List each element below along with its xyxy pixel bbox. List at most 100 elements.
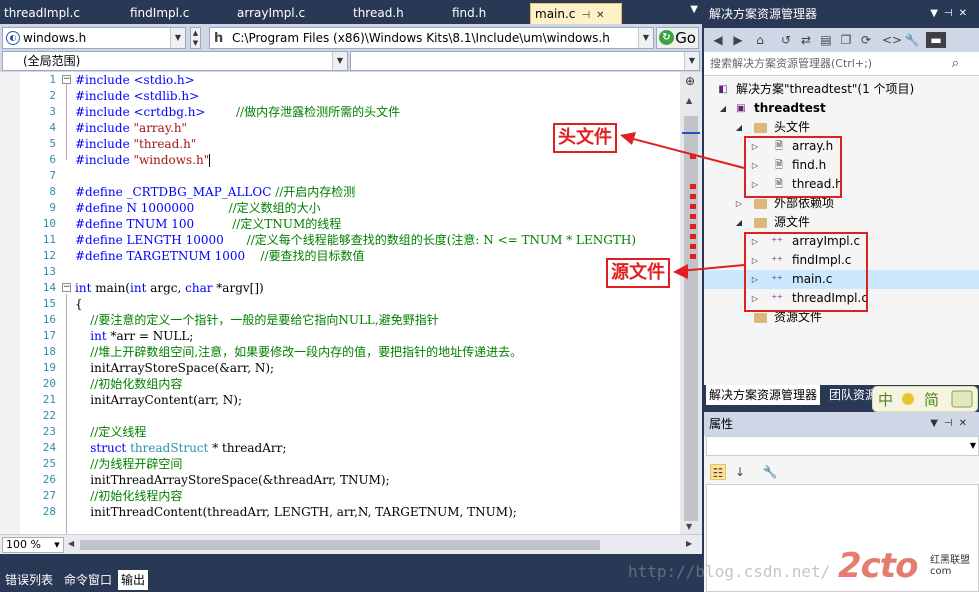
- tab-main-c[interactable]: main.c ⊣ ✕: [530, 3, 622, 24]
- properties-object-combo[interactable]: ▼: [706, 436, 979, 456]
- tab-find-h[interactable]: find.h: [448, 3, 486, 24]
- search-icon[interactable]: ⌕: [952, 52, 959, 76]
- chevron-down-icon: ▼: [684, 52, 699, 70]
- vertical-scrollbar[interactable]: ⊕ ▲ ▼: [680, 72, 702, 534]
- pin-icon[interactable]: ⊣: [581, 6, 590, 26]
- back-icon[interactable]: ◀: [710, 32, 726, 48]
- code-comment: //初始化线程内容: [75, 489, 183, 503]
- code-token: #define N 1000000: [75, 201, 229, 215]
- code-comment: //做内存泄露检测所需的头文件: [205, 105, 401, 119]
- code-string: "windows.h": [133, 153, 210, 167]
- expanded-arrow-icon[interactable]: ◢: [718, 99, 728, 118]
- collapse-icon[interactable]: −: [62, 75, 71, 84]
- line-number: 7: [49, 169, 56, 182]
- expanded-arrow-icon[interactable]: ◢: [734, 213, 744, 232]
- error-marker[interactable]: [690, 244, 696, 249]
- code-line-9: #define N 1000000 //定义数组的大小: [62, 200, 678, 216]
- folder-icon: [754, 199, 767, 209]
- preview-toggle-icon[interactable]: ▬: [926, 32, 946, 48]
- refresh-icon[interactable]: ⟳: [858, 32, 874, 48]
- forward-icon[interactable]: ▶: [730, 32, 746, 48]
- tab-label: arrayImpl.c: [237, 6, 306, 20]
- tab-thread-h[interactable]: thread.h: [349, 3, 404, 24]
- header-file-icon: h: [214, 31, 224, 46]
- member-combo[interactable]: ▼: [350, 51, 700, 71]
- code-line-1: − #include <stdio.h>: [62, 72, 678, 88]
- history-icon[interactable]: ↺: [778, 32, 794, 48]
- tree-item-label: threadtest: [754, 101, 826, 115]
- zoom-combo[interactable]: 100 % ▼: [2, 537, 64, 553]
- scroll-left-arrow-icon[interactable]: ◀: [68, 539, 74, 548]
- tab-arrayimpl-c[interactable]: arrayImpl.c: [233, 3, 305, 24]
- tab-label: thread.h: [353, 6, 404, 20]
- tab-error-list[interactable]: 错误列表: [5, 570, 53, 590]
- path-combo[interactable]: h C:\Program Files (x86)\Windows Kits\8.…: [209, 27, 654, 49]
- editor-tab-bar: threadImpl.c findImpl.c arrayImpl.c thre…: [0, 0, 702, 24]
- code-token: #define TNUM 100: [75, 217, 233, 231]
- categorized-icon[interactable]: ☷: [710, 464, 726, 480]
- code-token: initArrayStoreSpace(&arr, N);: [75, 361, 275, 375]
- text-caret: [209, 154, 211, 167]
- properties-wrench-icon[interactable]: 🔧: [904, 32, 920, 48]
- caret-position-marker: [682, 132, 700, 134]
- error-marker[interactable]: [690, 224, 696, 229]
- solution-icon: ◧: [718, 84, 728, 95]
- error-marker[interactable]: [690, 184, 696, 189]
- code-comment: //定义每个线程能够查找的数组的长度(注意: N <= TNUM * LENGT…: [246, 233, 637, 247]
- home-icon[interactable]: ⌂: [752, 32, 768, 48]
- tab-output[interactable]: 输出: [118, 570, 149, 590]
- split-window-icon[interactable]: ⊕: [685, 74, 695, 88]
- collapse-all-icon[interactable]: ▤: [818, 32, 834, 48]
- close-icon[interactable]: ✕: [596, 6, 604, 26]
- callout-label: 头文件: [558, 127, 612, 148]
- project-icon: ◐: [6, 31, 20, 45]
- code-token: #define _CRTDBG_MAP_ALLOC: [75, 185, 276, 199]
- code-token: *arr = NULL;: [106, 329, 194, 343]
- horizontal-scrollbar-thumb[interactable]: [80, 540, 600, 550]
- expanded-arrow-icon[interactable]: ◢: [734, 118, 744, 137]
- scroll-down-arrow-icon[interactable]: ▼: [686, 522, 692, 531]
- tree-item-project[interactable]: ◢ ▣ threadtest: [704, 99, 979, 118]
- scrollbar-thumb[interactable]: [684, 116, 698, 521]
- error-marker[interactable]: [690, 194, 696, 199]
- combo-spinner[interactable]: ▲ ▼: [190, 27, 201, 49]
- tab-threadimpl-c[interactable]: threadImpl.c: [0, 3, 80, 24]
- line-number: 18: [42, 345, 56, 358]
- tree-item-solution[interactable]: ◧ 解决方案"threadtest"(1 个项目): [704, 80, 979, 99]
- project-icon: ▣: [736, 103, 746, 114]
- error-marker[interactable]: [690, 254, 696, 259]
- chevron-down-icon: ▼: [638, 28, 653, 48]
- collapsed-arrow-icon[interactable]: ▷: [734, 194, 744, 213]
- go-button[interactable]: ↻ Go: [656, 27, 699, 49]
- scroll-right-arrow-icon[interactable]: ▶: [686, 539, 692, 548]
- tab-label: find.h: [452, 6, 487, 20]
- tab-findimpl-c[interactable]: findImpl.c: [126, 3, 189, 24]
- tab-overflow-icon[interactable]: ▼: [690, 4, 698, 15]
- tree-item-header-folder[interactable]: ◢ 头文件: [704, 118, 979, 137]
- line-number: 14: [42, 281, 56, 294]
- sync-icon[interactable]: ⇄: [798, 32, 814, 48]
- panel-window-buttons[interactable]: ▼⊣✕: [930, 412, 973, 436]
- line-number: 3: [49, 105, 56, 118]
- collapse-icon[interactable]: −: [62, 283, 71, 292]
- code-comment: //定义线程: [75, 425, 147, 439]
- tab-solution-explorer[interactable]: 解决方案资源管理器: [706, 385, 821, 405]
- project-combo[interactable]: ◐ windows.h ▼: [2, 27, 186, 49]
- solution-search-input[interactable]: 搜索解决方案资源管理器(Ctrl+;) ⌕: [704, 52, 979, 76]
- property-pages-wrench-icon[interactable]: 🔧: [762, 464, 778, 480]
- error-marker[interactable]: [690, 154, 696, 159]
- alphabetical-sort-icon[interactable]: ↓: [732, 464, 748, 480]
- panel-window-buttons[interactable]: ▼⊣✕: [930, 0, 973, 28]
- show-all-files-icon[interactable]: ❐: [838, 32, 854, 48]
- view-code-icon[interactable]: <>: [882, 32, 902, 48]
- scope-combo[interactable]: (全局范围) ▼: [2, 51, 348, 71]
- scroll-up-arrow-icon[interactable]: ▲: [686, 96, 692, 105]
- error-marker[interactable]: [690, 234, 696, 239]
- code-string: "thread.h": [133, 137, 197, 151]
- tab-label: 解决方案资源管理器: [709, 388, 818, 402]
- tree-item-source-folder[interactable]: ◢ 源文件: [704, 213, 979, 232]
- tab-command-window[interactable]: 命令窗口: [64, 570, 112, 590]
- error-marker[interactable]: [690, 214, 696, 219]
- error-marker[interactable]: [690, 204, 696, 209]
